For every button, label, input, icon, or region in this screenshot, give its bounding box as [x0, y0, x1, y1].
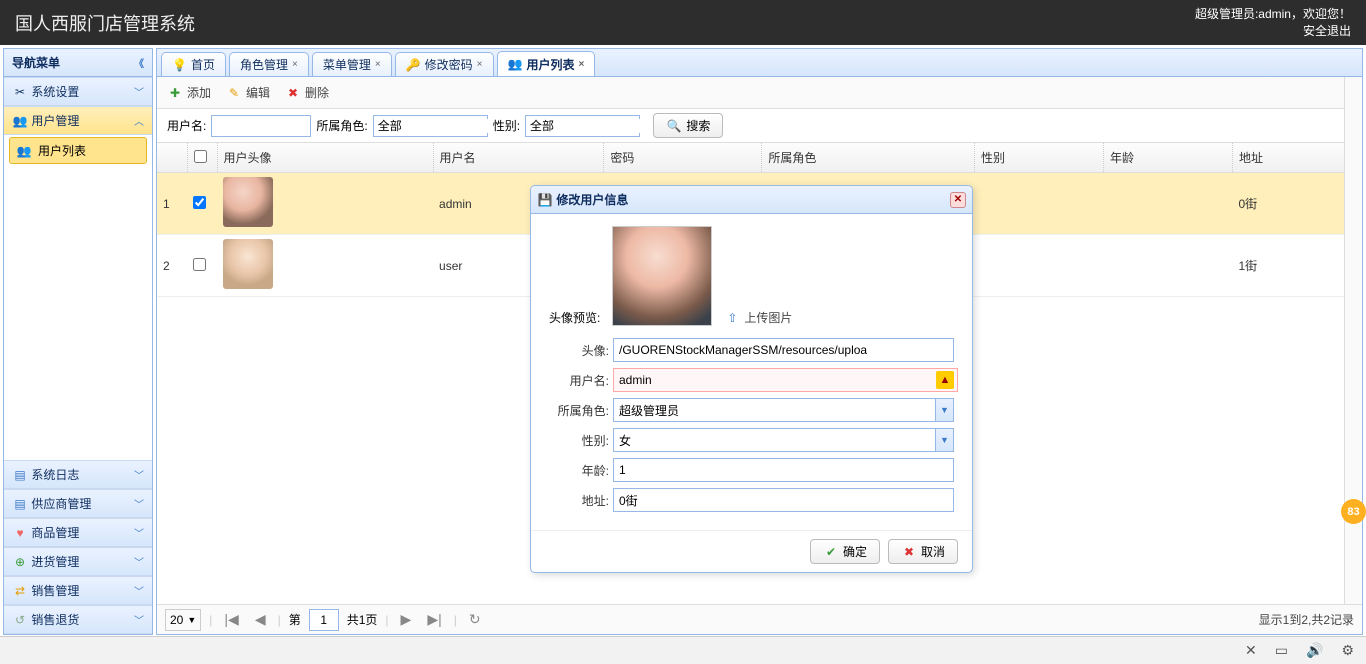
sidebar-item-user-management[interactable]: 👥 用户管理 ︿ — [4, 106, 152, 135]
sidebar-title: 导航菜单 《 — [4, 49, 152, 77]
sidebar-item-user-list[interactable]: 👥用户列表 — [9, 137, 147, 164]
next-page-button[interactable]: ▶ — [397, 611, 416, 628]
add-button[interactable]: ✚添加 — [167, 84, 211, 101]
sidebar-item-system-log[interactable]: ▤ 系统日志﹀ — [4, 460, 152, 489]
tab-menu-mgmt[interactable]: 菜单管理× — [312, 52, 392, 76]
avatar — [223, 239, 273, 289]
save-icon: 💾 — [537, 192, 553, 208]
sidebar-item-sales-return[interactable]: ↺ 销售退货﹀ — [4, 605, 152, 634]
sidebar-item-supplier[interactable]: ▤ 供应商管理﹀ — [4, 489, 152, 518]
user-info: 超级管理员:admin，欢迎您！ 安全退出 — [1195, 6, 1351, 40]
address-input[interactable] — [613, 488, 954, 512]
sidebar-item-purchase[interactable]: ⊕ 进货管理﹀ — [4, 547, 152, 576]
chevron-up-icon: ︿ — [134, 113, 144, 128]
gender-combo[interactable]: ▼ — [613, 428, 954, 452]
chevron-down-icon[interactable]: ▼ — [935, 429, 953, 451]
avatar-path-input[interactable] — [613, 338, 954, 362]
refresh-button[interactable]: ↻ — [465, 611, 485, 628]
first-page-button[interactable]: |◀ — [220, 611, 242, 628]
app-logo: 国人西服门店管理系统 — [15, 10, 195, 36]
tab-change-pwd[interactable]: 🔑修改密码× — [395, 52, 494, 76]
scrollbar[interactable] — [1344, 77, 1362, 604]
tray-icon[interactable]: ⚙ — [1341, 642, 1354, 659]
search-gender-combo[interactable]: ▼ — [525, 115, 640, 137]
tray-icon[interactable]: ▭ — [1275, 642, 1288, 659]
edit-button[interactable]: ✎编辑 — [226, 84, 270, 101]
upload-button[interactable]: ⇧上传图片 — [724, 309, 792, 326]
collapse-icon[interactable]: 《 — [134, 55, 144, 70]
close-icon[interactable]: × — [477, 59, 483, 70]
sidebar-item-product[interactable]: ♥ 商品管理﹀ — [4, 518, 152, 547]
sidebar-item-sales[interactable]: ⇄ 销售管理﹀ — [4, 576, 152, 605]
role-label: 超级管理员:admin — [1195, 7, 1291, 21]
close-icon[interactable]: × — [292, 59, 298, 70]
chevron-down-icon: ﹀ — [134, 84, 144, 99]
username-input[interactable] — [613, 368, 958, 392]
select-all-checkbox[interactable] — [194, 150, 207, 163]
prev-page-button[interactable]: ◀ — [251, 611, 270, 628]
pager: 20▼ | |◀ ◀ | 第 共1页 | ▶ ▶| | ↻ 显示1到2,共2记录 — [157, 604, 1362, 634]
search-role-combo[interactable]: ▼ — [373, 115, 488, 137]
avatar — [223, 177, 273, 227]
search-username-input[interactable] — [211, 115, 311, 137]
tray-icon[interactable]: ✕ — [1245, 642, 1257, 659]
role-combo[interactable]: ▼ — [613, 398, 954, 422]
delete-button[interactable]: ✖删除 — [285, 84, 329, 101]
logout-link[interactable]: 安全退出 — [1303, 24, 1351, 38]
chevron-down-icon[interactable]: ▼ — [935, 399, 953, 421]
ok-button[interactable]: ✔确定 — [810, 539, 880, 564]
toolbar: ✚添加 ✎编辑 ✖删除 — [157, 77, 1362, 109]
notification-badge[interactable]: 83 — [1341, 499, 1366, 524]
page-input[interactable] — [309, 609, 339, 631]
sidebar-item-system-settings[interactable]: ✂ 系统设置 ﹀ — [4, 77, 152, 106]
close-icon[interactable]: × — [578, 59, 584, 70]
system-tray: ✕ ▭ 🔊 ⚙ — [0, 636, 1366, 664]
warning-icon: ▲ — [936, 371, 954, 389]
topbar: 国人西服门店管理系统 超级管理员:admin，欢迎您！ 安全退出 — [0, 0, 1366, 45]
cancel-button[interactable]: ✖取消 — [888, 539, 958, 564]
last-page-button[interactable]: ▶| — [423, 611, 445, 628]
tab-home[interactable]: 💡首页 — [161, 52, 226, 76]
edit-user-dialog: 💾 修改用户信息 ✕ 头像预览: ⇧上传图片 头像: 用户名:▲ 所属角色:▼ … — [530, 185, 973, 573]
avatar-preview — [612, 226, 712, 326]
close-icon[interactable]: × — [375, 59, 381, 70]
pager-info: 显示1到2,共2记录 — [1259, 611, 1354, 628]
page-size-select[interactable]: 20▼ — [165, 609, 201, 631]
dialog-close-button[interactable]: ✕ — [950, 192, 966, 208]
tab-role-mgmt[interactable]: 角色管理× — [229, 52, 309, 76]
sidebar: 导航菜单 《 ✂ 系统设置 ﹀ 👥 用户管理 ︿ 👥用户列表 ▤ 系统日志﹀ ▤… — [3, 48, 153, 635]
tab-bar: 💡首页 角色管理× 菜单管理× 🔑修改密码× 👥用户列表× — [157, 49, 1362, 77]
row-checkbox[interactable] — [193, 196, 206, 209]
tab-user-list[interactable]: 👥用户列表× — [497, 51, 596, 76]
search-button[interactable]: 🔍搜索 — [653, 113, 723, 138]
search-bar: 用户名: 所属角色: ▼ 性别: ▼ 🔍搜索 — [157, 109, 1362, 143]
age-input[interactable] — [613, 458, 954, 482]
dialog-title-bar[interactable]: 💾 修改用户信息 ✕ — [531, 186, 972, 214]
row-checkbox[interactable] — [193, 258, 206, 271]
tray-icon[interactable]: 🔊 — [1306, 642, 1323, 659]
